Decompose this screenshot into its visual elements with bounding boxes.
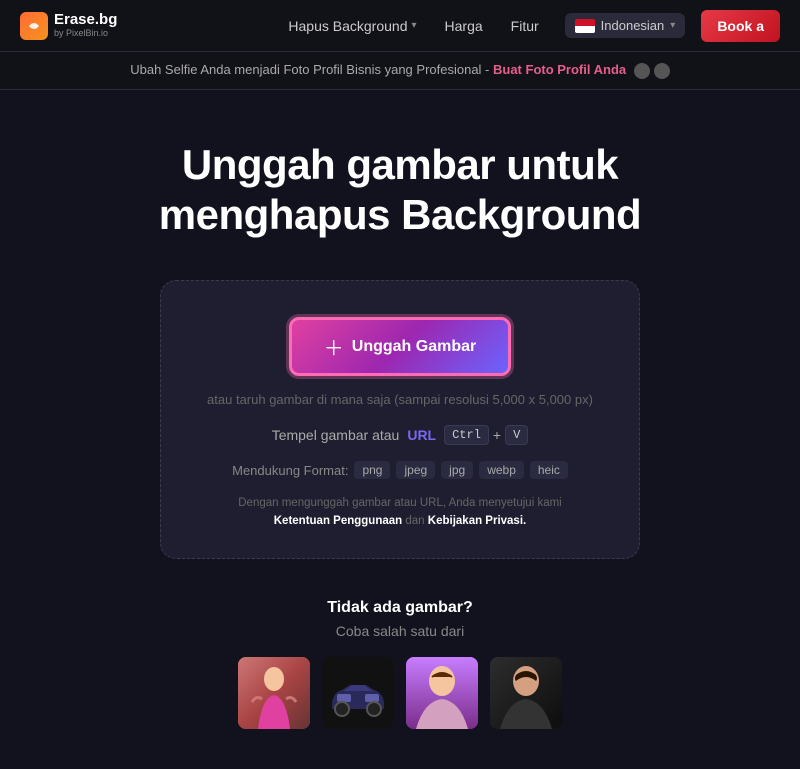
- promo-link[interactable]: Buat Foto Profil Anda: [493, 62, 626, 77]
- sample-1-visual: [238, 657, 310, 729]
- sample-image-2[interactable]: [322, 657, 394, 729]
- terms-link[interactable]: Ketentuan Penggunaan: [274, 515, 402, 527]
- sample-subtitle: Coba salah satu dari: [20, 623, 780, 639]
- format-jpeg: jpeg: [396, 461, 435, 479]
- format-jpg: jpg: [441, 461, 473, 479]
- person-icon-1: [634, 63, 650, 79]
- sample-image-4[interactable]: [490, 657, 562, 729]
- flag-icon: [575, 19, 595, 33]
- keyboard-shortcut: Ctrl + V: [444, 425, 528, 445]
- upload-button-wrapper: ＋ Unggah Gambar: [191, 317, 609, 376]
- sample-images: [20, 657, 780, 729]
- ctrl-key: Ctrl: [444, 425, 489, 445]
- drop-hint: atau taruh gambar di mana saja (sampai r…: [191, 392, 609, 407]
- promo-banner: Ubah Selfie Anda menjadi Foto Profil Bis…: [0, 52, 800, 90]
- nav-hapus-background[interactable]: Hapus Background ▾: [278, 12, 426, 40]
- nav-harga[interactable]: Harga: [435, 12, 493, 40]
- hero-title: Unggah gambar untuk menghapus Background: [20, 140, 780, 241]
- v-key: V: [505, 425, 528, 445]
- upload-dropzone[interactable]: ＋ Unggah Gambar atau taruh gambar di man…: [160, 280, 640, 559]
- navbar: Erase.bg by PixelBin.io Hapus Background…: [0, 0, 800, 52]
- plus-icon: ＋: [324, 332, 344, 361]
- upload-button[interactable]: ＋ Unggah Gambar: [289, 317, 511, 376]
- sample-4-visual: [490, 657, 562, 729]
- sample-section: Tidak ada gambar? Coba salah satu dari: [20, 599, 780, 729]
- url-keyword: URL: [407, 427, 436, 443]
- logo-icon: [20, 12, 48, 40]
- terms-text: Dengan mengunggah gambar atau URL, Anda …: [230, 495, 570, 530]
- nav-links: Hapus Background ▾ Harga Fitur Indonesia…: [278, 10, 780, 42]
- person-icon-2: [654, 63, 670, 79]
- logo-text: Erase.bg by PixelBin.io: [54, 12, 117, 38]
- formats-row: Mendukung Format: png jpeg jpg webp heic: [191, 461, 609, 479]
- format-png: png: [354, 461, 390, 479]
- logo[interactable]: Erase.bg by PixelBin.io: [20, 12, 117, 40]
- promo-icons: [634, 63, 670, 79]
- language-selector[interactable]: Indonesian ▾: [565, 13, 686, 38]
- book-button[interactable]: Book a: [701, 10, 780, 42]
- chevron-down-icon: ▾: [411, 20, 416, 31]
- sample-image-1[interactable]: [238, 657, 310, 729]
- sample-3-visual: [406, 657, 478, 729]
- chevron-down-icon: ▾: [670, 20, 675, 31]
- url-paste-row: Tempel gambar atau URL Ctrl + V: [191, 425, 609, 445]
- format-heic: heic: [530, 461, 568, 479]
- sample-2-visual: [322, 657, 394, 729]
- privacy-link[interactable]: Kebijakan Privasi.: [428, 515, 526, 527]
- sample-image-3[interactable]: [406, 657, 478, 729]
- nav-fitur[interactable]: Fitur: [501, 12, 549, 40]
- format-webp: webp: [479, 461, 524, 479]
- main-content: Unggah gambar untuk menghapus Background…: [0, 90, 800, 769]
- sample-title: Tidak ada gambar?: [20, 599, 780, 617]
